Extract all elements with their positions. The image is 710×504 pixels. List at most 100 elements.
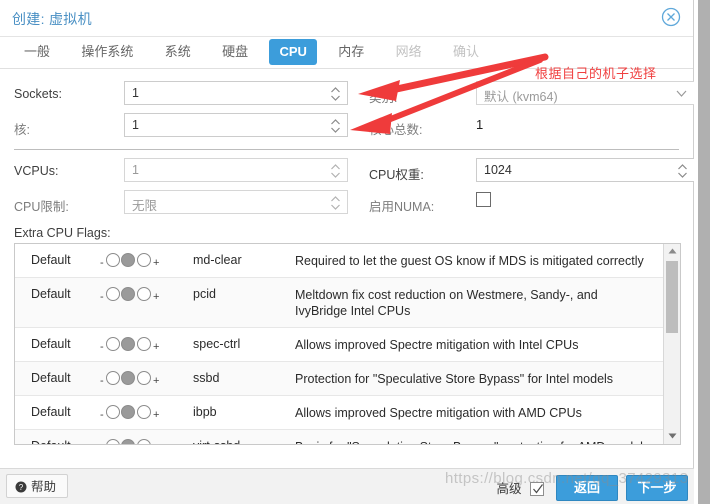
flag-state: Default (31, 287, 71, 301)
form-row-cores: 核: 1 核心总数: 1 (14, 111, 679, 143)
cores-input[interactable]: 1 (124, 113, 348, 137)
flag-state: Default (31, 405, 71, 419)
spinner-icon[interactable] (330, 195, 341, 211)
flag-name: virt-ssbd (193, 439, 240, 444)
tab-general[interactable]: 一般 (14, 39, 60, 65)
form-row-sockets: Sockets: 1 类别: 默认 (kvm64) (14, 79, 695, 111)
category-select[interactable]: 默认 (kvm64) (476, 81, 695, 105)
category-label: 类别: (369, 91, 398, 105)
close-icon[interactable] (661, 7, 681, 27)
radio-default[interactable] (121, 404, 136, 419)
vcpus-input[interactable]: 1 (124, 158, 348, 182)
flag-description: Required to let the guest OS know if MDS… (295, 254, 644, 268)
radio-default[interactable] (121, 370, 136, 385)
next-button[interactable]: 下一步 (626, 475, 688, 501)
radio-default[interactable] (121, 286, 136, 301)
advanced-checkbox[interactable] (530, 482, 544, 496)
back-button[interactable]: 返回 (556, 475, 618, 501)
flag-tristate-control[interactable]: - + (100, 438, 159, 444)
flag-name: pcid (193, 287, 216, 301)
screenshot-root: 创建: 虚拟机 一般 操作系统 系统 硬盘 CPU 内存 网络 确认 Socke… (0, 0, 710, 504)
minus-label: - (100, 408, 104, 421)
radio-default[interactable] (121, 252, 136, 267)
tab-os[interactable]: 操作系统 (71, 39, 143, 65)
flag-name: spec-ctrl (193, 337, 241, 351)
radio-on[interactable] (136, 404, 151, 419)
table-row[interactable]: Default - + ssbd Protection for "Specula… (15, 362, 663, 396)
radio-on[interactable] (136, 286, 151, 301)
spinner-icon[interactable] (677, 163, 688, 179)
form-row-vcpus: VCPUs: 1 CPU权重: 1024 (14, 156, 695, 188)
scroll-down-icon[interactable] (664, 429, 680, 444)
tab-memory[interactable]: 内存 (328, 39, 374, 65)
tab-network: 网络 (395, 44, 422, 59)
table-row[interactable]: Default - + pcid Meltdown fix cost reduc… (15, 278, 663, 328)
radio-off[interactable] (106, 336, 121, 351)
page-gutter (698, 0, 710, 504)
cpu-limit-input[interactable]: 无限 (124, 190, 348, 214)
chevron-down-icon[interactable] (676, 89, 687, 98)
dialog-footer: ? 帮助 高级 返回 下一步 (0, 468, 694, 504)
help-label: 帮助 (31, 480, 57, 494)
dialog-title: 创建: 虚拟机 (12, 11, 92, 27)
table-row[interactable]: Default - + ibpb Allows improved Spectre… (15, 396, 663, 430)
cpu-weight-input[interactable]: 1024 (476, 158, 695, 182)
cpu-form-advanced: VCPUs: 1 CPU权重: 1024 CPU限制: 无限 启用NUMA: (0, 156, 695, 220)
minus-label: - (100, 443, 104, 444)
radio-off[interactable] (106, 438, 121, 444)
flag-tristate-control[interactable]: - + (100, 404, 159, 422)
radio-default[interactable] (121, 336, 136, 351)
cpu-weight-label: CPU权重: (369, 168, 424, 182)
scroll-up-icon[interactable] (664, 244, 680, 259)
help-button[interactable]: ? 帮助 (6, 474, 69, 498)
question-circle-icon: ? (15, 477, 27, 493)
spinner-icon[interactable] (330, 163, 341, 179)
flag-state: Default (31, 439, 71, 444)
radio-off[interactable] (106, 404, 121, 419)
sockets-label: Sockets: (14, 87, 62, 101)
sockets-input[interactable]: 1 (124, 81, 348, 105)
vcpus-value: 1 (132, 163, 139, 177)
enable-numa-checkbox[interactable] (476, 192, 491, 207)
cpu-limit-label: CPU限制: (14, 200, 69, 214)
tab-disk[interactable]: 硬盘 (212, 39, 258, 65)
total-cores-value: 1 (476, 117, 484, 132)
tab-cpu[interactable]: CPU (269, 39, 317, 65)
radio-on[interactable] (136, 438, 151, 444)
spinner-icon[interactable] (330, 86, 341, 102)
radio-off[interactable] (106, 370, 121, 385)
form-row-cpu-limit: CPU限制: 无限 启用NUMA: (14, 188, 679, 220)
plus-label: + (153, 340, 160, 353)
flag-description: Meltdown fix cost reduction on Westmere,… (295, 288, 598, 318)
flag-state: Default (31, 371, 71, 385)
flags-scrollport: Default - + md-clear Required to let the… (15, 244, 663, 444)
flag-tristate-control[interactable]: - + (100, 370, 159, 388)
tab-system[interactable]: 系统 (155, 39, 201, 65)
category-value: 默认 (kvm64) (484, 90, 558, 104)
table-row[interactable]: Default - + virt-ssbd Basis for "Specula… (15, 430, 663, 444)
flag-tristate-control[interactable]: - + (100, 286, 159, 304)
radio-off[interactable] (106, 286, 121, 301)
radio-default[interactable] (121, 438, 136, 444)
advanced-toggle[interactable]: 高级 (496, 478, 544, 497)
spinner-icon[interactable] (330, 118, 341, 134)
advanced-label: 高级 (496, 482, 522, 496)
scrollbar-thumb[interactable] (666, 261, 678, 333)
radio-on[interactable] (136, 252, 151, 267)
cpu-weight-value: 1024 (484, 163, 512, 177)
flag-description: Protection for "Speculative Store Bypass… (295, 372, 614, 386)
radio-off[interactable] (106, 252, 121, 267)
table-row[interactable]: Default - + md-clear Required to let the… (15, 244, 663, 278)
minus-label: - (100, 340, 104, 353)
flags-scrollbar[interactable] (663, 244, 680, 444)
radio-on[interactable] (136, 370, 151, 385)
table-row[interactable]: Default - + spec-ctrl Allows improved Sp… (15, 328, 663, 362)
flag-description: Allows improved Spectre mitigation with … (295, 338, 579, 352)
flag-tristate-control[interactable]: - + (100, 336, 159, 354)
flag-tristate-control[interactable]: - + (100, 252, 159, 270)
flag-description: Basis for "Speculative Store Bypass" pro… (295, 439, 653, 444)
radio-on[interactable] (136, 336, 151, 351)
plus-label: + (153, 290, 160, 303)
form-divider (14, 149, 679, 150)
plus-label: + (153, 443, 159, 444)
